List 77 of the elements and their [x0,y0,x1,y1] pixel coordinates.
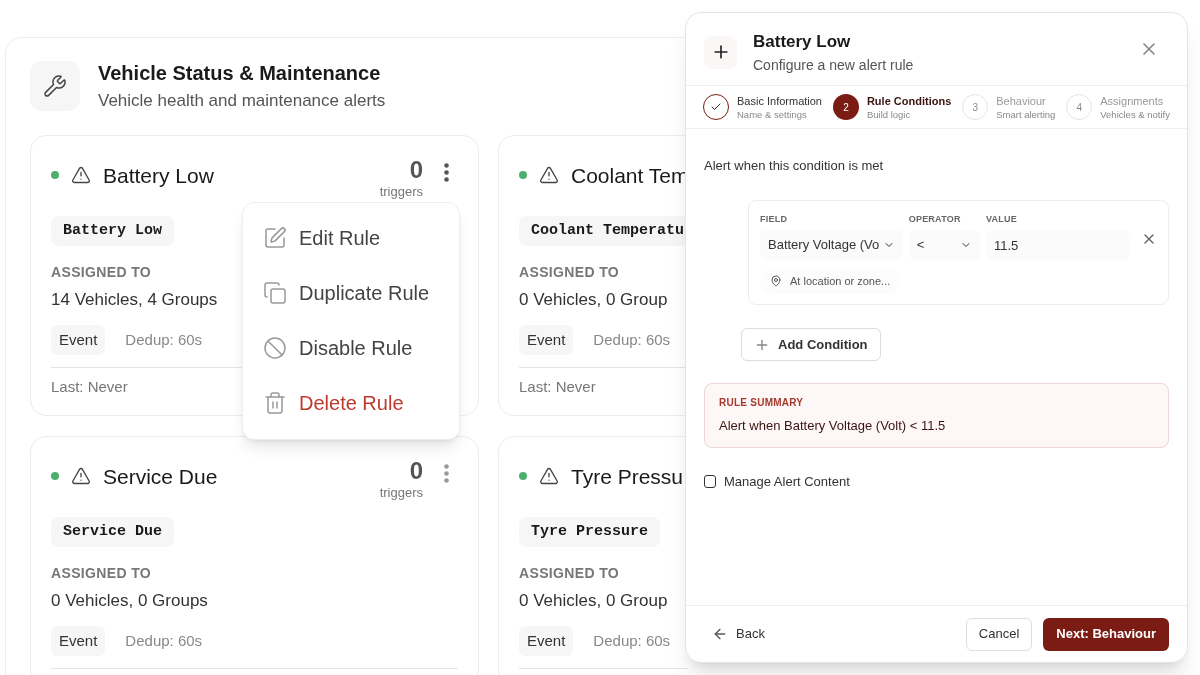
checkbox-label: Manage Alert Content [724,472,850,491]
menu-item[interactable]: Disable Rule [243,320,459,376]
step-subtitle: Name & settings [737,107,808,121]
field-select[interactable]: Battery Voltage (Vo [760,230,903,260]
summary-label: RULE SUMMARY [719,396,805,410]
next-button[interactable]: Next: Behaviour [1043,617,1169,651]
dedup-text: Dedup: 60s [593,329,671,350]
assigned-label: ASSIGNED TO [519,263,621,282]
more-icon [444,162,449,182]
step-indicator[interactable]: 2 [832,94,859,120]
warning-icon [539,466,559,487]
dialog-title: Battery Low [753,31,852,53]
assigned-text: 14 Vehicles, 4 Groups [51,289,218,311]
operator-select[interactable]: < [908,230,980,260]
trigger-label: triggers [379,484,423,501]
summary-text: Alert when Battery Voltage (Volt) < 11.5 [719,417,947,435]
ban-icon [263,336,287,360]
type-badge: Event [51,324,106,355]
dedup-text: Dedup: 60s [125,329,203,350]
type-badge: Event [51,625,106,656]
assigned-text: 0 Vehicles, 0 Group [519,289,668,311]
copy-icon [263,281,287,305]
section-icon [30,60,80,111]
checkbox[interactable] [704,474,716,488]
dedup-text: Dedup: 60s [593,630,671,651]
step-title: Behaviour [996,93,1047,108]
edit-icon [263,226,287,250]
step-subtitle: Smart alerting [996,107,1056,121]
assigned-text: 0 Vehicles, 0 Groups [51,590,208,612]
menu-item[interactable]: Duplicate Rule [243,265,459,321]
section-subtitle: Vehicle health and maintenance alerts [98,90,386,112]
step-subtitle: Vehicles & notify [1100,107,1170,121]
menu-item[interactable]: Edit Rule [243,210,459,266]
assigned-label: ASSIGNED TO [519,564,621,583]
section-title: Vehicle Status & Maintenance [98,61,382,86]
value-label: VALUE [986,212,1018,226]
last-triggered: Last: Never [519,377,596,397]
dedup-text: Dedup: 60s [125,630,203,651]
operator-label: OPERATOR [908,212,962,226]
dialog-subtitle: Configure a new alert rule [753,55,914,75]
rule-tag: Service Due [51,516,175,547]
condition-intro: Alert when this condition is met [704,157,885,175]
menu-item[interactable]: Delete Rule [243,375,459,431]
rule-tag: Battery Low [51,215,175,246]
trigger-count: 0 [409,155,423,184]
assigned-text: 0 Vehicles, 0 Group [519,590,668,612]
last-triggered: Last: Never [51,377,128,397]
trigger-label: triggers [379,183,423,200]
plus-icon [704,35,737,69]
step-subtitle: Build logic [866,107,912,121]
field-label: FIELD [760,212,789,226]
step-title: Rule Conditions [866,93,952,108]
assigned-label: ASSIGNED TO [51,564,153,583]
location-pin-icon [770,275,782,287]
warning-icon [539,165,559,186]
trash-icon [263,391,287,415]
trigger-count: 0 [409,456,423,485]
back-button[interactable]: Back [704,624,773,644]
step-title: Basic Information [737,93,822,108]
type-badge: Event [519,625,574,656]
step-indicator[interactable]: 4 [1066,94,1093,120]
warning-icon [71,165,91,186]
value-field[interactable]: 11.5 [986,230,1129,260]
rule-tag: Tyre Pressure [519,516,661,547]
step-indicator[interactable]: 3 [962,94,989,120]
more-icon [444,463,449,483]
step-indicator[interactable] [703,94,729,120]
assigned-label: ASSIGNED TO [51,263,153,282]
rule-title: Service Due [103,463,218,490]
rule-tag: Coolant Temperatu [519,215,688,246]
type-badge: Event [519,324,574,355]
add-condition-button[interactable]: Add Condition [741,328,881,361]
rule-title: Tyre Pressu [571,463,684,490]
warning-icon [71,466,91,487]
cancel-button[interactable]: Cancel [965,617,1033,651]
rule-title: Battery Low [103,162,214,189]
step-title: Assignments [1100,93,1165,108]
